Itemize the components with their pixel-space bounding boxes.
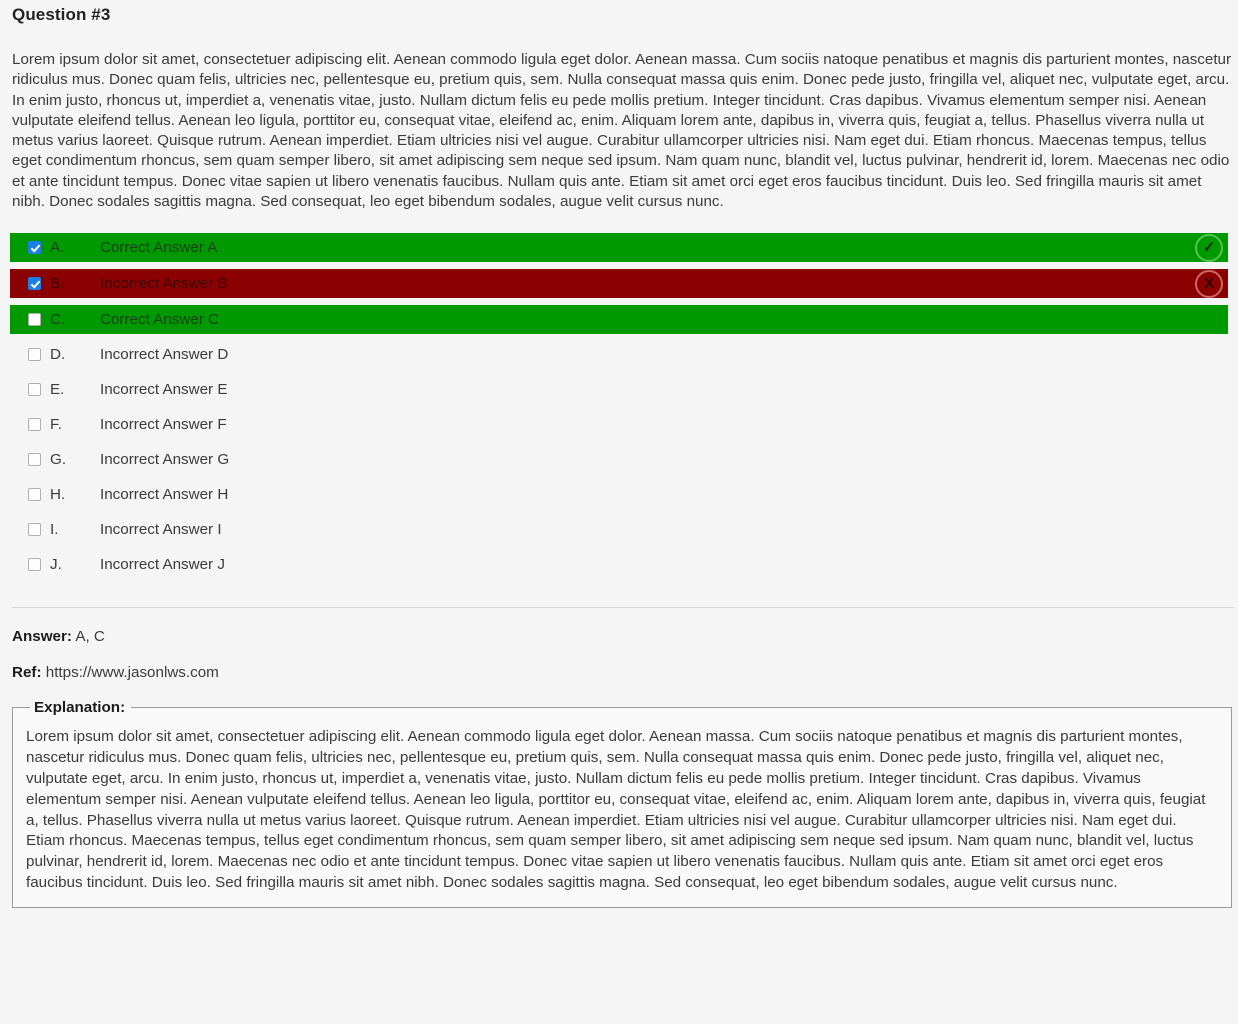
answer-choice-row[interactable]: A. Correct Answer A ✓ [10,233,1228,263]
answer-value: A, C [75,628,105,646]
checkbox-unchecked-icon[interactable] [28,558,41,572]
answer-choice-label: Incorrect Answer E [100,381,228,399]
answer-choice-row[interactable]: I. Incorrect Answer I [10,516,1228,543]
answer-choice-label: Incorrect Answer D [100,346,229,364]
reference-url[interactable]: https://www.jasonlws.com [46,664,219,681]
checkbox-unchecked-icon[interactable] [28,418,41,432]
answer-choice-label: Incorrect Answer B [100,275,228,293]
answer-choice-row[interactable]: B. Incorrect Answer B X [10,269,1228,299]
checkbox-unchecked-icon[interactable] [28,348,41,362]
checkbox-unchecked-icon[interactable] [28,523,41,537]
answer-choice-row[interactable]: D. Incorrect Answer D [10,341,1228,368]
explanation-legend: Explanation: [34,699,126,717]
answer-choice-letter: J. [50,556,62,574]
answer-choice-row[interactable]: C. Correct Answer C [10,305,1228,335]
answer-line: Answer: A, C [10,628,1228,645]
answer-choice-label: Incorrect Answer G [100,451,230,469]
check-icon: ✓ [1195,233,1223,262]
answer-choice-letter: B. [50,275,65,293]
answer-choice-row[interactable]: G. Incorrect Answer G [10,446,1228,473]
answer-choice-letter: A. [50,239,65,257]
answer-choice-label: Incorrect Answer I [100,521,222,539]
answer-choice-label: Incorrect Answer F [100,416,227,434]
section-divider [12,607,1234,609]
answer-choice-letter: E. [50,381,65,399]
answer-choice-letter: I. [50,521,59,539]
explanation-text: Lorem ipsum dolor sit amet, consectetuer… [26,728,1206,891]
checkbox-checked-icon[interactable] [28,277,41,291]
answer-choice-label: Incorrect Answer J [100,556,225,574]
question-text: Lorem ipsum dolor sit amet, consectetuer… [12,51,1232,211]
answer-choice-label: Correct Answer A [100,239,218,257]
answer-choice-list: A. Correct Answer A ✓ B. Incorrect Answer B X… [10,233,1228,578]
checkbox-checked-icon[interactable] [28,241,41,255]
answer-choice-label: Correct Answer C [100,311,220,329]
cross-icon: X [1195,269,1223,298]
answer-choice-row[interactable]: H. Incorrect Answer H [10,481,1228,508]
answer-choice-label: Incorrect Answer H [100,486,229,504]
reference-line: Ref: https://www.jasonlws.com [10,664,1228,681]
page-title: Question #3 [12,5,111,24]
checkbox-unchecked-icon[interactable] [28,488,41,502]
explanation-panel: Explanation: Lorem ipsum dolor sit amet,… [12,699,1232,908]
answer-choice-row[interactable]: J. Incorrect Answer J [10,551,1228,578]
checkbox-unchecked-icon[interactable] [28,313,41,327]
answer-choice-row[interactable]: F. Incorrect Answer F [10,411,1228,438]
answer-choice-letter: G. [50,451,67,469]
reference-label: Ref: [12,664,42,682]
answer-label: Answer: [12,628,72,646]
checkbox-unchecked-icon[interactable] [28,383,41,397]
question-page: Question #3 Lorem ipsum dolor sit amet, … [0,0,1238,908]
answer-choice-letter: C. [50,311,66,329]
checkbox-unchecked-icon[interactable] [28,453,41,467]
answer-choice-letter: F. [50,416,62,434]
answer-choice-letter: D. [50,346,66,364]
answer-choice-letter: H. [50,486,66,504]
answer-choice-row[interactable]: E. Incorrect Answer E [10,376,1228,403]
